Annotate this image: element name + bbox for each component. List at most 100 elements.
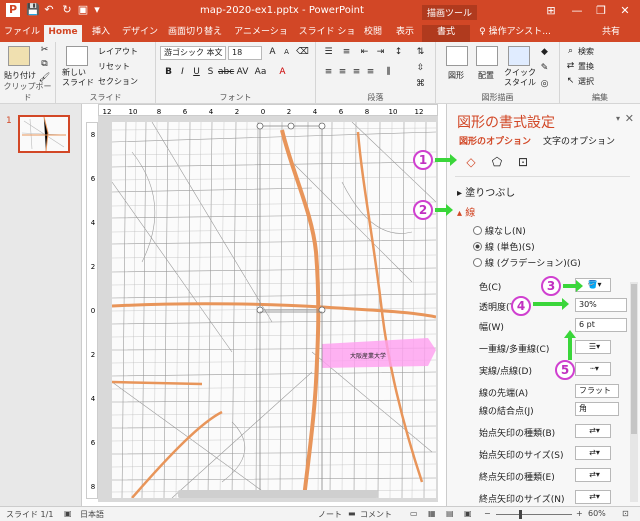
quick-style-icon[interactable] [508, 46, 530, 66]
begin-arrow-size-select[interactable]: ⇄▾ [575, 446, 611, 460]
tab-review[interactable]: 校閲 [360, 25, 386, 42]
shape-outline-icon[interactable]: ✎ [538, 62, 551, 75]
radio[interactable] [473, 258, 482, 267]
tab-insert[interactable]: 挿入 [88, 25, 114, 42]
columns-icon[interactable]: ⫼ [382, 66, 395, 79]
shape-effects-icon[interactable]: ◎ [538, 78, 551, 91]
align-text-icon[interactable]: ⇳ [414, 62, 427, 75]
arrange-button[interactable]: 配置 [478, 70, 494, 81]
shapes-button[interactable]: 図形 [448, 70, 464, 81]
slide[interactable]: 大阪産業大学 [112, 122, 436, 498]
select-button[interactable]: 選択 [578, 76, 594, 87]
save-icon[interactable]: 💾 [26, 3, 40, 17]
zoom-slider[interactable] [496, 514, 572, 515]
customize-qat-icon[interactable]: ▾ [90, 3, 104, 17]
justify-icon[interactable]: ≡ [364, 66, 377, 79]
reading-view-icon[interactable]: ▤ [446, 509, 454, 518]
strikethrough-icon[interactable]: abc [218, 66, 234, 79]
increase-indent-icon[interactable]: ⇥ [374, 46, 387, 59]
normal-view-icon[interactable]: ▭ [410, 509, 418, 518]
pane-close-button[interactable]: ✕ [625, 112, 634, 125]
section-button[interactable]: セクション [98, 76, 138, 87]
shrink-font-icon[interactable]: A [280, 46, 293, 59]
map-image[interactable]: 大阪産業大学 [112, 122, 436, 498]
pane-options-dropdown[interactable]: ▾ [616, 114, 620, 123]
share-button[interactable]: 共有 [588, 25, 634, 42]
grow-font-icon[interactable]: A [266, 46, 279, 59]
no-line-option[interactable]: 線なし(N) [473, 224, 526, 237]
smartart-icon[interactable]: ⌘ [414, 78, 427, 91]
bold-icon[interactable]: B [162, 66, 175, 79]
language-indicator[interactable]: 日本語 [80, 509, 104, 520]
spellcheck-icon[interactable]: ▣ [64, 509, 72, 518]
align-center-icon[interactable]: ≡ [336, 66, 349, 79]
pane-scroll-thumb[interactable] [631, 284, 637, 434]
minimize-button[interactable]: — [566, 2, 588, 20]
comments-icon[interactable]: ▬ [348, 509, 356, 518]
tab-format[interactable]: 書式 [422, 25, 470, 42]
line-section-header[interactable]: ▴ 線 [457, 204, 475, 219]
tab-home[interactable]: Home [44, 25, 82, 42]
paste-icon[interactable] [8, 46, 30, 66]
present-icon[interactable]: ▣ [76, 3, 90, 17]
shape-fill-icon[interactable]: ◆ [538, 46, 551, 59]
pane-scrollbar[interactable] [630, 282, 638, 502]
compound-type-select[interactable]: ☰▾ [575, 340, 611, 354]
tell-me-search[interactable]: ♀ 操作アシスト... [476, 25, 554, 42]
bullets-icon[interactable]: ☰ [322, 46, 335, 59]
solid-line-option[interactable]: 線 (単色)(S) [473, 240, 535, 253]
quick-style-button[interactable]: クイック スタイル [504, 68, 536, 88]
ribbon-options-button[interactable]: ⊞ [540, 2, 562, 20]
slide-sorter-icon[interactable]: ▦ [428, 509, 436, 518]
layout-button[interactable]: レイアウト [98, 46, 138, 57]
font-size-select[interactable]: 18 [228, 46, 262, 60]
slideshow-icon[interactable]: ▣ [464, 509, 472, 518]
shapes-icon[interactable] [446, 46, 468, 66]
tab-design[interactable]: デザイン [120, 25, 160, 42]
line-spacing-icon[interactable]: ↕ [392, 46, 405, 59]
slide-canvas[interactable]: 大阪産業大学 [98, 116, 438, 502]
decrease-indent-icon[interactable]: ⇤ [358, 46, 371, 59]
tab-slideshow[interactable]: スライド ショー [298, 25, 356, 52]
comments-button[interactable]: コメント [360, 509, 392, 520]
fit-slide-icon[interactable]: ⊡ [622, 509, 629, 518]
maximize-button[interactable]: ❐ [590, 2, 612, 20]
end-arrow-type-select[interactable]: ⇄▾ [575, 468, 611, 482]
align-left-icon[interactable]: ≡ [322, 66, 335, 79]
paste-button[interactable]: 貼り付け [4, 70, 36, 81]
fill-line-icon[interactable]: ◇ [463, 154, 479, 170]
font-name-select[interactable]: 游ゴシック 本文 [160, 46, 226, 60]
change-case-icon[interactable]: Aa [254, 66, 267, 79]
cut-icon[interactable]: ✂ [38, 44, 51, 57]
end-arrow-size-select[interactable]: ⇄▾ [575, 490, 611, 504]
size-properties-icon[interactable]: ⊡ [515, 154, 531, 170]
find-button[interactable]: 検索 [578, 46, 594, 57]
tab-transitions[interactable]: 画面切り替え [166, 25, 224, 42]
replace-button[interactable]: 置換 [578, 61, 594, 72]
dash-type-select[interactable]: ┄▾ [575, 362, 611, 376]
align-right-icon[interactable]: ≡ [350, 66, 363, 79]
redo-icon[interactable]: ↻ [60, 3, 74, 17]
new-slide-icon[interactable] [66, 46, 88, 66]
numbering-icon[interactable]: ≡ [340, 46, 353, 59]
notes-button[interactable]: ノート [318, 509, 342, 520]
begin-arrow-type-select[interactable]: ⇄▾ [575, 424, 611, 438]
tab-view[interactable]: 表示 [392, 25, 418, 42]
radio-selected[interactable] [473, 242, 482, 251]
horizontal-scrollbar[interactable] [178, 490, 378, 498]
copy-icon[interactable]: ⧉ [38, 58, 51, 71]
tab-animations[interactable]: アニメーション [230, 25, 292, 52]
underline-icon[interactable]: U [190, 66, 203, 79]
tab-file[interactable]: ファイル [4, 25, 40, 42]
selection-handle[interactable] [256, 122, 264, 130]
cap-type-select[interactable]: フラット [575, 384, 619, 398]
fill-section-header[interactable]: ▸ 塗りつぶし [457, 184, 515, 199]
zoom-in-icon[interactable]: + [576, 509, 583, 518]
zoom-level[interactable]: 60% [588, 509, 606, 518]
shadow-icon[interactable]: S [204, 66, 217, 79]
zoom-out-icon[interactable]: − [484, 509, 491, 518]
char-spacing-icon[interactable]: AV [236, 66, 249, 79]
arrange-icon[interactable] [476, 46, 498, 66]
tab-shape-options[interactable]: 図形のオプション [459, 134, 531, 147]
transparency-input[interactable]: 30% [575, 298, 627, 312]
